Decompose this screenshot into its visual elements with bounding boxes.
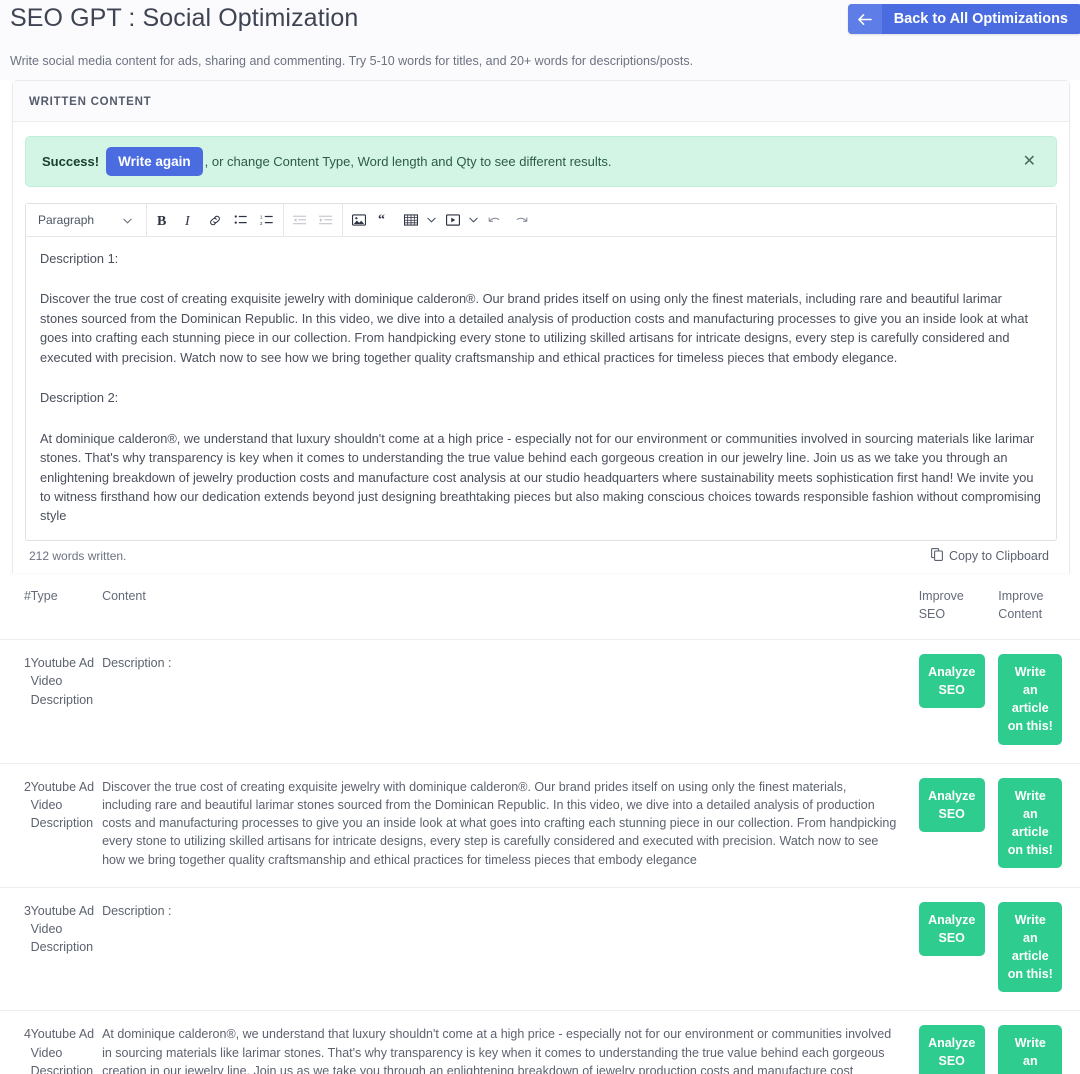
description-1-label: Description 1: — [40, 251, 119, 266]
table-row: 3 Youtube Ad Video Description Description… — [0, 887, 1080, 1012]
table-chevron-down-icon[interactable] — [424, 208, 438, 233]
results-table-body: 1 Youtube Ad Video Description Description… — [0, 639, 1080, 1074]
link-icon[interactable] — [202, 208, 228, 233]
column-header-content: Content — [102, 572, 919, 641]
media-icon[interactable] — [440, 208, 466, 233]
redo-icon[interactable] — [508, 208, 534, 233]
page-header: SEO GPT : Social Optimization Back to Al… — [0, 0, 1080, 42]
media-chevron-down-icon[interactable] — [466, 208, 480, 233]
toolbar-divider — [283, 203, 284, 237]
row-type: Youtube Ad Video Description — [30, 887, 103, 1012]
table-icon[interactable] — [398, 208, 424, 233]
column-header-type: Type — [30, 572, 103, 641]
page-title: SEO GPT : Social Optimization — [10, 4, 359, 32]
alert-tail-text: , or change Content Type, Word length an… — [204, 154, 612, 169]
column-header-num: # — [0, 572, 31, 641]
write-article-button[interactable]: Write an article on this! — [998, 901, 1063, 993]
table-row: 1 Youtube Ad Video Description Description… — [0, 639, 1080, 764]
bold-icon[interactable]: B — [150, 208, 176, 233]
table-row: 4 Youtube Ad Video Description At dominiqu… — [0, 1010, 1080, 1074]
write-article-button[interactable]: Write an article on this! — [998, 1025, 1063, 1074]
table-header-row: # Type Content Improve SEO Improve Conte… — [0, 572, 1080, 641]
close-icon[interactable]: ✕ — [1017, 153, 1042, 171]
write-article-button[interactable]: Write an article on this! — [998, 654, 1063, 745]
row-type: Youtube Ad Video Description — [30, 1010, 103, 1074]
bullet-list-icon[interactable] — [228, 208, 254, 233]
write-again-button[interactable]: Write again — [106, 147, 203, 176]
description-2-body: At dominique calderon®, we understand th… — [40, 430, 1041, 524]
paragraph-format-select[interactable]: Paragraph — [31, 207, 139, 233]
toolbar-divider — [342, 203, 343, 237]
card-body: Success! Write again , or change Content… — [13, 122, 1069, 573]
svg-text:“: “ — [378, 213, 385, 227]
analyze-seo-button[interactable]: Analyze SEO — [918, 777, 985, 832]
success-alert: Success! Write again , or change Content… — [25, 136, 1057, 187]
column-header-improve-seo: Improve SEO — [918, 572, 999, 641]
row-number: 1 — [0, 639, 31, 764]
analyze-seo-button[interactable]: Analyze SEO — [918, 901, 985, 957]
svg-text:B: B — [157, 214, 166, 228]
toolbar-divider — [146, 203, 147, 237]
analyze-seo-button[interactable]: Analyze SEO — [918, 654, 985, 709]
chevron-down-icon — [123, 213, 132, 227]
write-article-button[interactable]: Write an article on this! — [998, 777, 1063, 869]
row-number: 3 — [0, 887, 31, 1012]
blockquote-icon[interactable]: “ — [372, 208, 398, 233]
undo-icon[interactable] — [482, 208, 508, 233]
card-title: WRITTEN CONTENT — [13, 81, 1069, 122]
paragraph-format-value: Paragraph — [38, 213, 95, 227]
page-subtitle: Write social media content for ads, shar… — [0, 42, 1080, 80]
word-count: 212 words written. — [29, 548, 127, 563]
written-content-card: WRITTEN CONTENT Success! Write again , o… — [12, 80, 1070, 573]
description-1-body: Discover the true cost of creating exqui… — [40, 291, 1029, 365]
results-table-head: # Type Content Improve SEO Improve Conte… — [0, 572, 1080, 641]
table-row: 2 Youtube Ad Video Description Discover th… — [0, 763, 1080, 888]
description-2-label: Description 2: — [40, 390, 119, 406]
svg-text:1: 1 — [260, 214, 263, 219]
row-type: Youtube Ad Video Description — [30, 639, 103, 764]
numbered-list-icon[interactable]: 1 2 — [254, 208, 280, 233]
row-content: Description : — [102, 887, 919, 1012]
row-content: At dominique calderon®, we understand th… — [102, 1010, 919, 1074]
italic-icon[interactable]: I — [176, 208, 202, 233]
copy-to-clipboard-label: Copy to Clipboard — [948, 548, 1049, 563]
column-header-improve-content: Improve Content — [998, 572, 1080, 641]
analyze-seo-button[interactable]: Analyze SEO — [918, 1025, 985, 1074]
editor-content-area[interactable]: Description 1: Discover the true cost of… — [26, 237, 1056, 540]
row-number: 4 — [0, 1010, 31, 1074]
row-number: 2 — [0, 763, 31, 888]
svg-text:I: I — [184, 214, 191, 228]
alert-status-label: Success! — [42, 154, 100, 169]
copy-icon — [930, 547, 943, 564]
back-button-label: Back to All Optimizations — [893, 11, 1068, 27]
row-content: Description : — [102, 639, 919, 764]
indent-icon[interactable] — [313, 208, 339, 233]
outdent-icon[interactable] — [287, 208, 313, 233]
editor-toolbar: Paragraph B I 1 2 “ — [26, 203, 1056, 237]
results-table: # Type Content Improve SEO Improve Conte… — [0, 572, 1080, 1074]
svg-text:2: 2 — [260, 221, 263, 226]
copy-to-clipboard-button[interactable]: Copy to Clipboard — [925, 547, 1055, 565]
arrow-left-icon — [847, 4, 882, 34]
image-icon[interactable] — [346, 208, 372, 233]
editor-footer: 212 words written. Copy to Clipboard — [25, 541, 1057, 573]
row-content: Discover the true cost of creating exqui… — [102, 763, 919, 888]
row-type: Youtube Ad Video Description — [30, 763, 103, 888]
rich-text-editor: Paragraph B I 1 2 “ Description 1: Disco… — [25, 203, 1057, 541]
back-to-all-optimizations-button[interactable]: Back to All Optimizations — [847, 4, 1080, 34]
